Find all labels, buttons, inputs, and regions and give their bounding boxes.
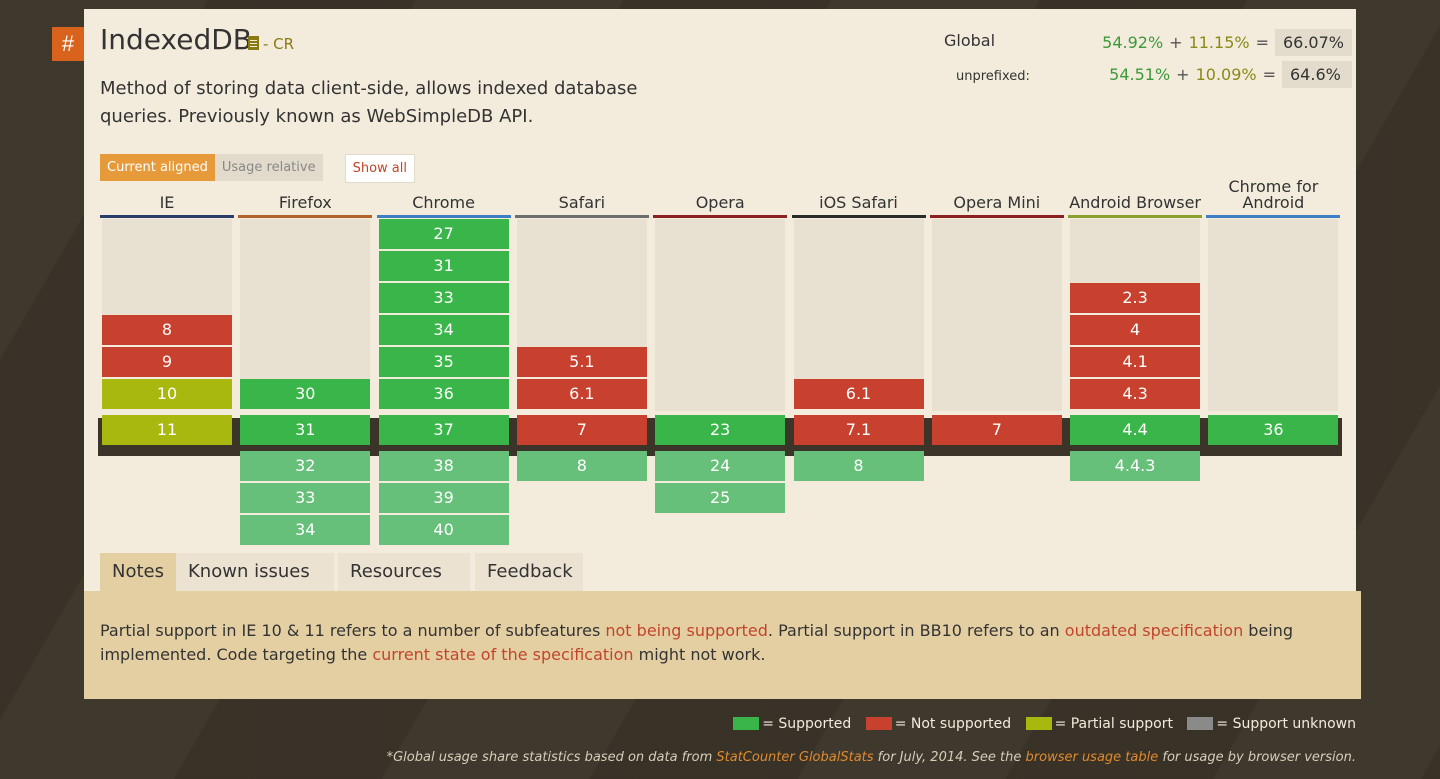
current-version-cell[interactable]: 7.1 (793, 415, 924, 445)
version-cell[interactable]: 4.1 (1070, 347, 1201, 377)
future-version-cell[interactable]: 33 (240, 483, 371, 513)
version-cell[interactable]: 10 (102, 379, 232, 409)
empty-filler (516, 219, 647, 347)
usage-stats: Global 54.92% +11.15% = 66.07% unprefixed: … (944, 29, 1352, 93)
current-spec-link[interactable]: current state of the specification (372, 645, 633, 664)
tab-notes[interactable]: Notes (100, 553, 180, 591)
supported-swatch (733, 717, 760, 730)
current-version-cell[interactable]: 11 (102, 415, 232, 445)
feature-description: Method of storing data client-side, allo… (100, 78, 638, 127)
version-cell[interactable]: 34 (378, 315, 509, 345)
browser-header: Firefox (238, 179, 373, 218)
current-version-cell[interactable]: 4.4 (1070, 415, 1201, 445)
empty-filler (1208, 219, 1339, 411)
current-version-cell[interactable]: 7 (931, 415, 1062, 445)
not-supported-swatch (865, 717, 892, 730)
tab-resources[interactable]: Resources (7) (338, 553, 470, 620)
future-version-cell[interactable]: 4.4.3 (1070, 451, 1201, 481)
spec-status-label: - CR (263, 35, 295, 53)
unprefixed-label: unprefixed: (956, 69, 1030, 84)
browser-header: Chrome (376, 179, 511, 218)
browser-header: IE (100, 179, 234, 218)
browser-header: iOS Safari (791, 179, 926, 218)
empty-filler (240, 219, 371, 379)
version-cell[interactable]: 6.1 (793, 379, 924, 409)
global-partial: 11.15% (1188, 33, 1250, 52)
global-total: 66.07% (1274, 29, 1352, 56)
version-cell[interactable]: 27 (378, 219, 509, 249)
current-version-cell[interactable]: 37 (378, 415, 509, 445)
empty-filler (655, 219, 786, 411)
feature-panel: IndexedDB - CR Method of storing data cl… (84, 9, 1356, 620)
version-cell[interactable]: 6.1 (516, 379, 647, 409)
browser-header: Chrome for Android (1206, 179, 1341, 218)
legend: = Supported = Not supported = Partial su… (723, 716, 1356, 732)
unprefixed-partial: 10.09% (1195, 65, 1257, 84)
outdated-spec-link[interactable]: outdated specification (1065, 621, 1243, 640)
future-version-cell[interactable]: 25 (655, 483, 786, 513)
version-cell[interactable]: 4 (1070, 315, 1201, 345)
version-cell[interactable]: 36 (378, 379, 509, 409)
unknown-swatch (1187, 717, 1214, 730)
version-cell[interactable]: 8 (102, 315, 232, 345)
spec-status[interactable]: - CR (248, 35, 294, 53)
future-version-cell[interactable]: 32 (240, 451, 371, 481)
current-version-cell[interactable]: 23 (655, 415, 786, 445)
current-version-cell[interactable]: 7 (516, 415, 647, 445)
version-cell[interactable]: 2.3 (1070, 283, 1201, 313)
notes-panel: Partial support in IE 10 & 11 refers to … (84, 591, 1361, 699)
tab-feedback[interactable]: Feedback (475, 553, 583, 591)
version-cell[interactable]: 9 (102, 347, 232, 377)
statcounter-link[interactable]: StatCounter GlobalStats (716, 750, 873, 765)
version-cell[interactable]: 4.3 (1070, 379, 1201, 409)
browser-header: Opera Mini (929, 179, 1064, 218)
future-version-cell[interactable]: 39 (378, 483, 509, 513)
global-label: Global (944, 31, 996, 50)
usage-table-link[interactable]: browser usage table (1026, 750, 1159, 765)
browser-header: Android Browser (1068, 179, 1203, 218)
browser-header: Opera (653, 179, 788, 218)
version-cell[interactable]: 31 (378, 251, 509, 281)
version-cell[interactable]: 5.1 (516, 347, 647, 377)
current-aligned-toggle[interactable]: Current aligned (100, 154, 215, 181)
empty-filler (793, 219, 924, 379)
feature-title: IndexedDB (100, 23, 252, 56)
not-supported-link[interactable]: not being supported (605, 621, 768, 640)
future-version-cell[interactable]: 24 (655, 451, 786, 481)
tab-known-issues[interactable]: Known issues (0) (176, 553, 334, 620)
current-version-cell[interactable]: 36 (1208, 415, 1339, 445)
footnote: *Global usage share statistics based on … (386, 750, 1356, 765)
future-version-cell[interactable]: 40 (378, 515, 509, 545)
partial-swatch (1025, 717, 1052, 730)
current-version-cell[interactable]: 31 (240, 415, 371, 445)
anchor-link[interactable]: # (52, 27, 84, 61)
version-cell[interactable]: 35 (378, 347, 509, 377)
unprefixed-supported: 54.51% (1109, 65, 1171, 84)
future-version-cell[interactable]: 38 (378, 451, 509, 481)
global-supported: 54.92% (1102, 33, 1164, 52)
empty-filler (931, 219, 1062, 411)
unprefixed-total: 64.6% (1282, 61, 1352, 88)
document-icon (248, 36, 259, 50)
usage-relative-toggle[interactable]: Usage relative (214, 154, 323, 181)
browser-header: Safari (514, 179, 649, 218)
version-cell[interactable]: 33 (378, 283, 509, 313)
empty-filler (1070, 219, 1201, 283)
future-version-cell[interactable]: 34 (240, 515, 371, 545)
future-version-cell[interactable]: 8 (793, 451, 924, 481)
version-cell[interactable]: 30 (240, 379, 371, 409)
future-version-cell[interactable]: 8 (516, 451, 647, 481)
empty-filler (102, 219, 232, 315)
